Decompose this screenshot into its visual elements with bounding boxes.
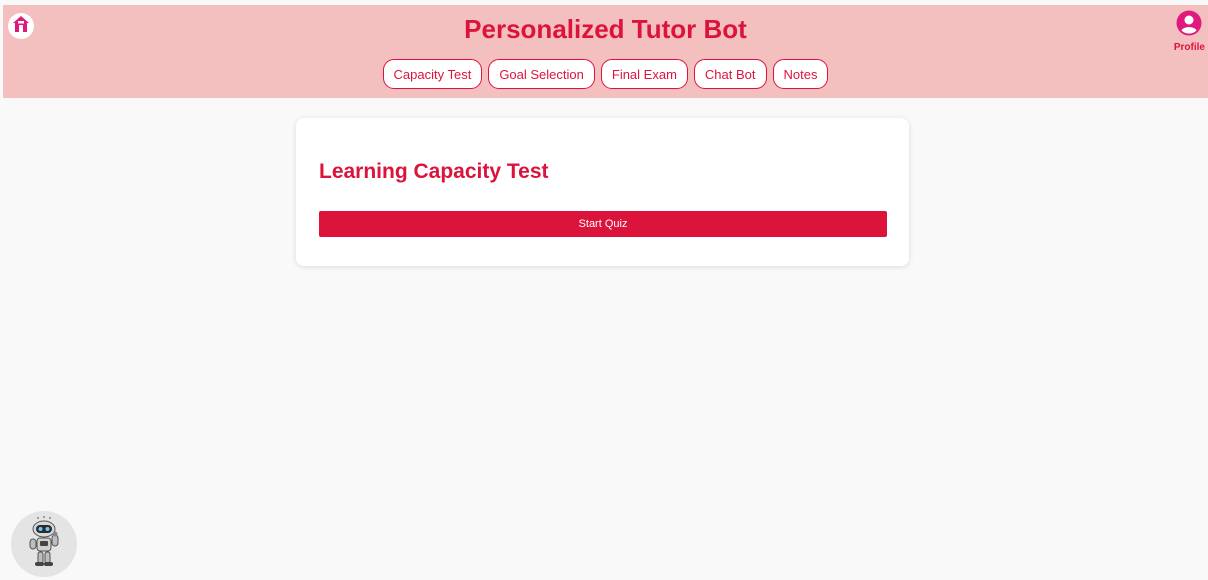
top-header: Personalized Tutor Bot Capacity Test Goa… [3, 5, 1208, 98]
profile-label: Profile [1173, 42, 1205, 53]
nav-chat-bot[interactable]: Chat Bot [693, 59, 767, 89]
app-frame: Personalized Tutor Bot Capacity Test Goa… [0, 0, 1208, 580]
robot-icon [21, 514, 67, 575]
nav-final-exam[interactable]: Final Exam [600, 59, 688, 89]
app-title: Personalized Tutor Bot [464, 14, 747, 44]
chatbot-launcher[interactable] [11, 511, 77, 577]
nav-notes[interactable]: Notes [772, 59, 829, 89]
nav-goal-selection[interactable]: Goal Selection [488, 59, 595, 89]
start-quiz-button[interactable]: Start Quiz [319, 211, 887, 237]
main-nav: Capacity Test Goal Selection Final Exam … [3, 59, 1208, 89]
capacity-test-card: Learning Capacity Test Start Quiz [296, 118, 909, 266]
profile-button[interactable]: Profile [1174, 10, 1205, 53]
nav-capacity-test[interactable]: Capacity Test [382, 59, 483, 89]
user-circle-icon [1176, 10, 1202, 41]
card-title: Learning Capacity Test [319, 160, 549, 183]
